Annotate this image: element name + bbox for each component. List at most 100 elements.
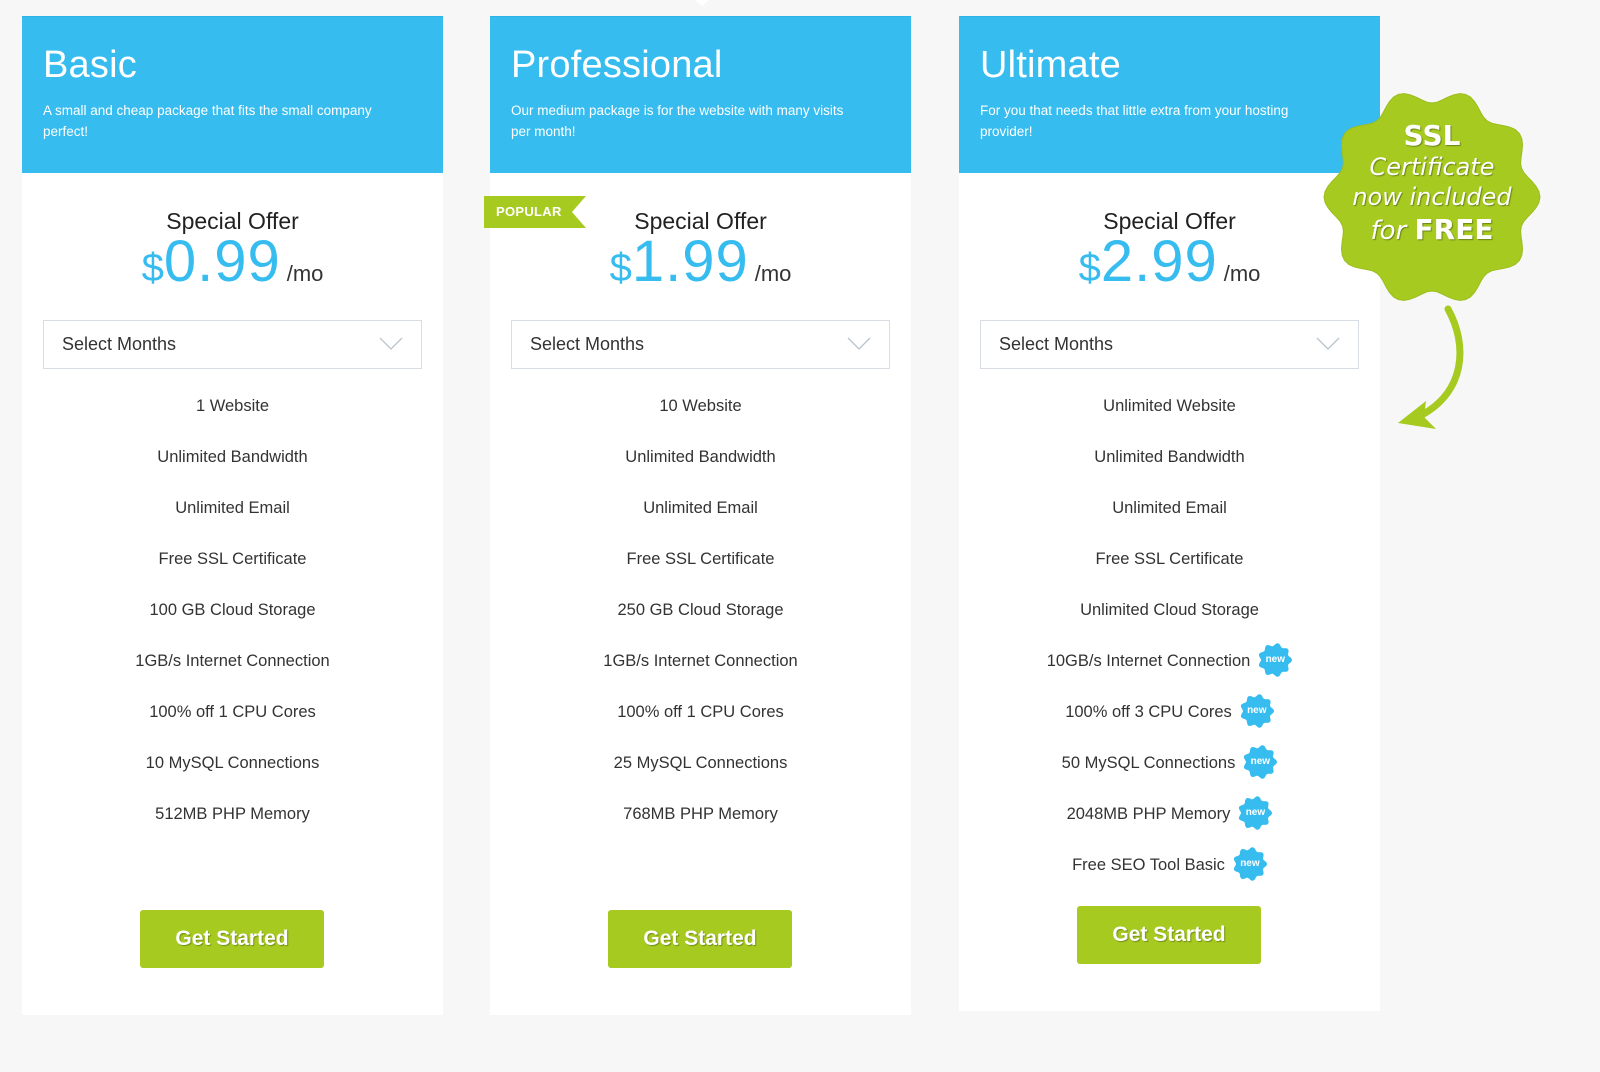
select-months-dropdown[interactable]: Select Months — [980, 320, 1359, 369]
curved-arrow-icon — [1398, 305, 1464, 429]
price-period: /mo — [1223, 261, 1261, 286]
feature-text: Free SSL Certificate — [158, 550, 307, 568]
feature-item: Free SSL Certificate — [490, 543, 911, 594]
feature-text: 10 Website — [659, 397, 742, 415]
plan-description: A small and cheap package that fits the … — [43, 103, 372, 139]
price-currency: $ — [1078, 246, 1101, 290]
feature-item: 25 MySQL Connections — [490, 747, 911, 798]
feature-text: 10GB/s Internet Connection — [1046, 652, 1251, 671]
plan-name: Basic — [43, 44, 137, 86]
feature-item: Unlimited Email — [959, 492, 1380, 543]
feature-item: 100% off 1 CPU Cores — [22, 696, 443, 747]
feature-item: 100 GB Cloud Storage — [22, 594, 443, 645]
new-badge-label: new — [1265, 654, 1286, 665]
feature-item: Unlimited Bandwidth — [490, 441, 911, 492]
chevron-down-icon — [379, 337, 403, 350]
feature-item: Unlimited Bandwidth — [959, 441, 1380, 492]
price-period: /mo — [286, 261, 324, 286]
get-started-button[interactable]: Get Started — [1077, 906, 1261, 964]
feature-text: Unlimited Bandwidth — [625, 448, 776, 466]
plan-card-professional: Professional Our medium package is for th… — [484, 16, 911, 1015]
feature-item: 10GB/s Internet Connection new — [959, 643, 1380, 696]
select-months-value: Select Months — [62, 334, 177, 354]
feature-text: 100% off 3 CPU Cores — [1065, 703, 1232, 722]
feature-item: 100% off 1 CPU Cores — [490, 696, 911, 747]
feature-item: 1GB/s Internet Connection — [490, 645, 911, 696]
feature-item: 250 GB Cloud Storage — [490, 594, 911, 645]
feature-item: 1 Website — [22, 390, 443, 441]
top-pointer-notch — [695, 0, 709, 6]
feature-item: 768MB PHP Memory — [490, 798, 911, 849]
feature-text: Unlimited Bandwidth — [157, 448, 308, 466]
ssl-promo-for: for — [1370, 216, 1407, 246]
feature-text: 50 MySQL Connections — [1061, 754, 1236, 773]
feature-item: 50 MySQL Connections new — [959, 745, 1380, 798]
price-currency: $ — [141, 246, 164, 290]
price-amount: 1.99 — [631, 229, 749, 294]
price: $0.99/mo — [22, 233, 443, 291]
feature-text: 100% off 1 CPU Cores — [149, 703, 316, 721]
feature-item: Unlimited Website — [959, 390, 1380, 441]
plan-description: Our medium package is for the website wi… — [511, 103, 844, 139]
feature-text: Unlimited Email — [175, 499, 290, 517]
feature-item: 512MB PHP Memory — [22, 798, 443, 849]
feature-text: 1GB/s Internet Connection — [603, 652, 798, 670]
feature-item: Free SSL Certificate — [959, 543, 1380, 594]
chevron-down-icon — [847, 337, 871, 350]
feature-item: Unlimited Email — [490, 492, 911, 543]
feature-text: Unlimited Website — [1103, 397, 1236, 415]
feature-item: Unlimited Bandwidth — [22, 441, 443, 492]
plan-header: Professional Our medium package is for th… — [490, 16, 911, 173]
new-badge: new — [1240, 694, 1274, 728]
select-months-value: Select Months — [999, 334, 1114, 354]
feature-text: 10 MySQL Connections — [145, 754, 320, 772]
select-months-value: Select Months — [530, 334, 645, 354]
feature-text: Unlimited Email — [643, 499, 758, 517]
ssl-promo-line-4: for FREE — [1322, 212, 1542, 249]
plan-header: Ultimate For you that needs that little e… — [959, 16, 1380, 173]
feature-text: 2048MB PHP Memory — [1066, 805, 1231, 824]
feature-text: 512MB PHP Memory — [155, 805, 310, 823]
feature-text: 250 GB Cloud Storage — [617, 601, 784, 619]
plan-card-ultimate: Ultimate For you that needs that little e… — [959, 16, 1380, 1011]
ssl-promo-badge: SSL Certificate now included for FREE — [1322, 88, 1542, 306]
feature-item: 100% off 3 CPU Cores new — [959, 694, 1380, 747]
feature-text: 25 MySQL Connections — [613, 754, 788, 772]
new-badge-label: new — [1245, 807, 1266, 818]
feature-text: Unlimited Bandwidth — [1094, 448, 1245, 466]
feature-list: Unlimited Website Unlimited Bandwidth Unli… — [959, 390, 1380, 900]
feature-text: 768MB PHP Memory — [623, 805, 778, 823]
feature-list: 1 Website Unlimited Bandwidth Unlimited Em… — [22, 390, 443, 849]
feature-text: Free SSL Certificate — [626, 550, 775, 568]
select-months-dropdown[interactable]: Select Months — [511, 320, 890, 369]
new-badge-label: new — [1250, 756, 1271, 767]
new-badge: new — [1258, 643, 1293, 677]
get-started-button[interactable]: Get Started — [140, 910, 324, 968]
ssl-promo-line-2: Certificate — [1369, 153, 1495, 181]
price-currency: $ — [609, 246, 632, 290]
new-badge: new — [1243, 745, 1278, 779]
plan-card-basic: Basic A small and cheap package that fits… — [22, 16, 443, 1015]
ssl-promo-title: SSL — [1403, 119, 1461, 152]
price-period: /mo — [754, 261, 792, 286]
new-badge-label: new — [1240, 858, 1260, 869]
new-badge-label: new — [1247, 705, 1267, 716]
ssl-promo-free: FREE — [1414, 213, 1494, 246]
feature-text: 1GB/s Internet Connection — [135, 652, 330, 670]
feature-item: Unlimited Cloud Storage — [959, 594, 1380, 645]
price: $2.99/mo — [959, 233, 1380, 291]
popular-ribbon: POPULAR — [484, 190, 586, 228]
feature-text: Free SSL Certificate — [1095, 550, 1244, 568]
feature-item: 1GB/s Internet Connection — [22, 645, 443, 696]
new-badge: new — [1238, 796, 1273, 830]
get-started-button[interactable]: Get Started — [608, 910, 792, 968]
feature-text: Unlimited Cloud Storage — [1080, 601, 1259, 619]
feature-list: 10 Website Unlimited Bandwidth Unlimited E… — [490, 390, 911, 849]
plan-name: Ultimate — [980, 44, 1121, 86]
feature-item: 10 Website — [490, 390, 911, 441]
feature-item: 2048MB PHP Memory new — [959, 796, 1380, 849]
plan-name: Professional — [511, 44, 723, 86]
feature-text: Unlimited Email — [1112, 499, 1227, 517]
price: $1.99/mo — [490, 233, 911, 291]
select-months-dropdown[interactable]: Select Months — [43, 320, 422, 369]
